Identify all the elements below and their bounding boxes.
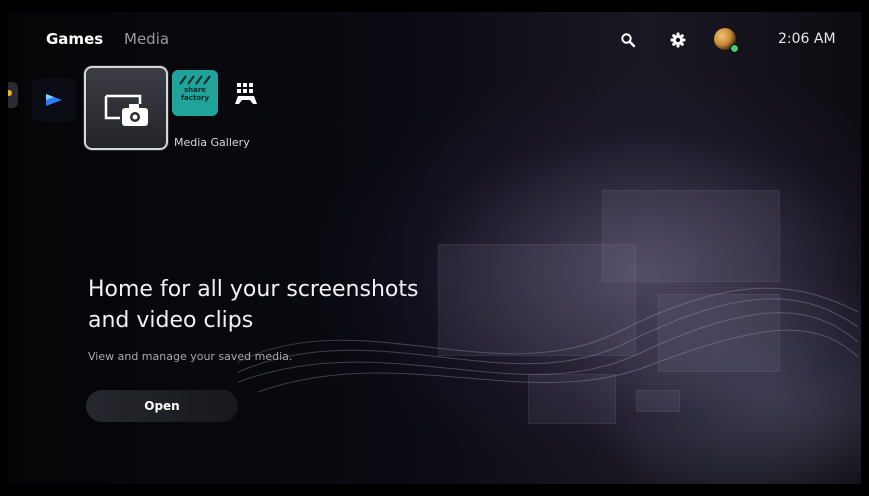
hero-title-line: Home for all your screenshots [88, 277, 419, 302]
share-factory-tile[interactable]: share factory [172, 70, 218, 116]
app-row: share factory Media Gallery [8, 64, 861, 154]
tab-games[interactable]: Games [46, 30, 103, 48]
share-factory-label: share factory [180, 86, 210, 102]
hero-title: Home for all your screenshots and video … [88, 274, 448, 336]
game-library-tile[interactable] [224, 70, 270, 116]
playstation-plus-tile[interactable] [32, 78, 76, 122]
background-card [528, 374, 616, 424]
online-status-dot [730, 44, 739, 53]
clock: 2:06 AM [778, 31, 836, 47]
playstation-plus-icon [46, 94, 62, 106]
game-controller-icon [235, 83, 257, 104]
media-gallery-tile[interactable] [84, 66, 168, 150]
media-gallery-icon [104, 94, 148, 126]
background-card [636, 390, 680, 412]
top-bar: Games Media 2:06 AM [8, 12, 861, 60]
background-card [602, 190, 780, 282]
hero-subtitle: View and manage your saved media. [88, 350, 293, 363]
hero-title-line: and video clips [88, 308, 254, 333]
background-card [658, 294, 780, 372]
home-screen: Games Media 2:06 AM share factory Media … [8, 12, 861, 484]
selected-app-label: Media Gallery [174, 136, 250, 149]
gear-icon[interactable] [670, 32, 686, 48]
tab-media[interactable]: Media [124, 30, 169, 48]
search-icon[interactable] [620, 32, 636, 48]
open-button[interactable]: Open [86, 390, 238, 422]
